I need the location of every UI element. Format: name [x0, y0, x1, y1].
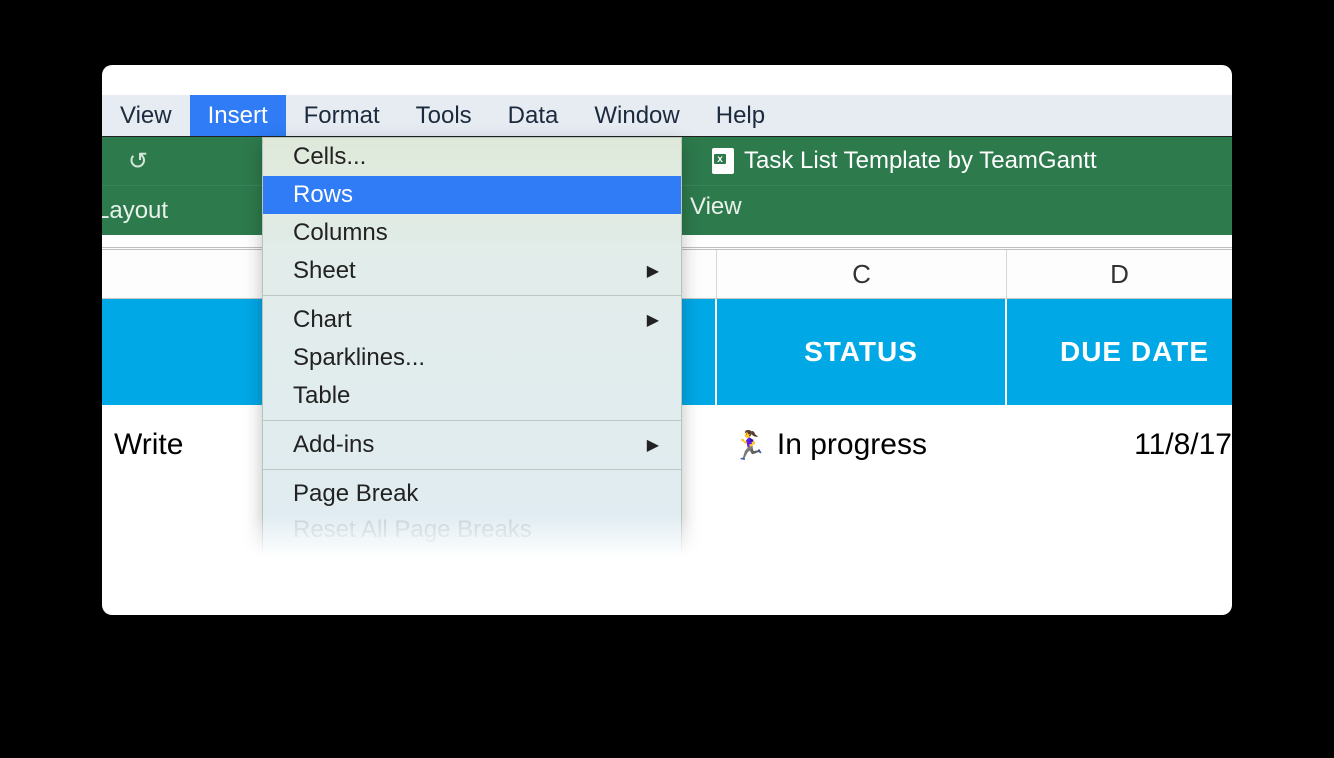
dropdown-label: Page Break	[293, 480, 418, 508]
chevron-right-icon: ▶	[647, 310, 659, 330]
menu-data[interactable]: Data	[490, 95, 577, 136]
column-header-d[interactable]: D	[1007, 250, 1232, 298]
undo-icon[interactable]: ↺	[128, 147, 148, 176]
dropdown-separator	[263, 420, 681, 421]
runner-emoji-icon: 🏃‍♀️	[732, 429, 767, 462]
dropdown-label: Chart	[293, 306, 352, 334]
dropdown-item-page-break[interactable]: Page Break	[263, 475, 681, 513]
column-header-c[interactable]: C	[717, 250, 1007, 298]
app-window: View Insert Format Tools Data Window Hel…	[102, 65, 1232, 615]
dropdown-label: Rows	[293, 181, 353, 209]
document-title: Task List Template by TeamGantt	[744, 147, 1097, 175]
insert-dropdown-menu: Cells... Rows Columns Sheet ▶ Chart ▶ Sp…	[262, 137, 682, 558]
dropdown-label: Sheet	[293, 257, 356, 285]
menu-help[interactable]: Help	[698, 95, 783, 136]
dropdown-item-table[interactable]: Table	[263, 377, 681, 415]
dropdown-item-cells[interactable]: Cells...	[263, 138, 681, 176]
dropdown-item-chart[interactable]: Chart ▶	[263, 301, 681, 339]
toolbar-tab-view[interactable]: View	[690, 193, 742, 221]
menu-format[interactable]: Format	[286, 95, 398, 136]
dropdown-separator	[263, 469, 681, 470]
dropdown-separator	[263, 295, 681, 296]
excel-file-icon	[712, 148, 734, 174]
menu-tools[interactable]: Tools	[398, 95, 490, 136]
cell-status-text: In progress	[777, 428, 927, 462]
dropdown-item-addins[interactable]: Add-ins ▶	[263, 426, 681, 464]
dropdown-item-columns[interactable]: Columns	[263, 214, 681, 252]
menu-view[interactable]: View	[102, 95, 190, 136]
table-header-status[interactable]: STATUS	[717, 299, 1007, 405]
dropdown-label: Reset All Page Breaks	[293, 516, 532, 544]
dropdown-label: Sparklines...	[293, 344, 425, 372]
app-frame: View Insert Format Tools Data Window Hel…	[102, 95, 1232, 575]
menu-window[interactable]: Window	[576, 95, 697, 136]
menu-insert[interactable]: Insert	[190, 95, 286, 136]
chevron-right-icon: ▶	[647, 435, 659, 455]
chevron-right-icon: ▶	[647, 261, 659, 281]
cell-status[interactable]: 🏃‍♀️ In progress	[717, 428, 1007, 462]
table-header-due-date[interactable]: DUE DATE	[1007, 299, 1232, 405]
cell-due-date[interactable]: 11/8/17	[1007, 428, 1232, 462]
menu-bar: View Insert Format Tools Data Window Hel…	[102, 95, 1232, 137]
dropdown-item-reset-page-breaks[interactable]: Reset All Page Breaks	[263, 511, 681, 549]
dropdown-label: Add-ins	[293, 431, 374, 459]
dropdown-item-sparklines[interactable]: Sparklines...	[263, 339, 681, 377]
document-title-wrap: Task List Template by TeamGantt	[712, 147, 1097, 175]
dropdown-item-rows[interactable]: Rows	[263, 176, 681, 214]
toolbar-tab-layout[interactable]: Layout	[102, 197, 168, 225]
dropdown-label: Columns	[293, 219, 388, 247]
dropdown-label: Table	[293, 382, 350, 410]
dropdown-label: Cells...	[293, 143, 366, 171]
dropdown-item-sheet[interactable]: Sheet ▶	[263, 252, 681, 290]
